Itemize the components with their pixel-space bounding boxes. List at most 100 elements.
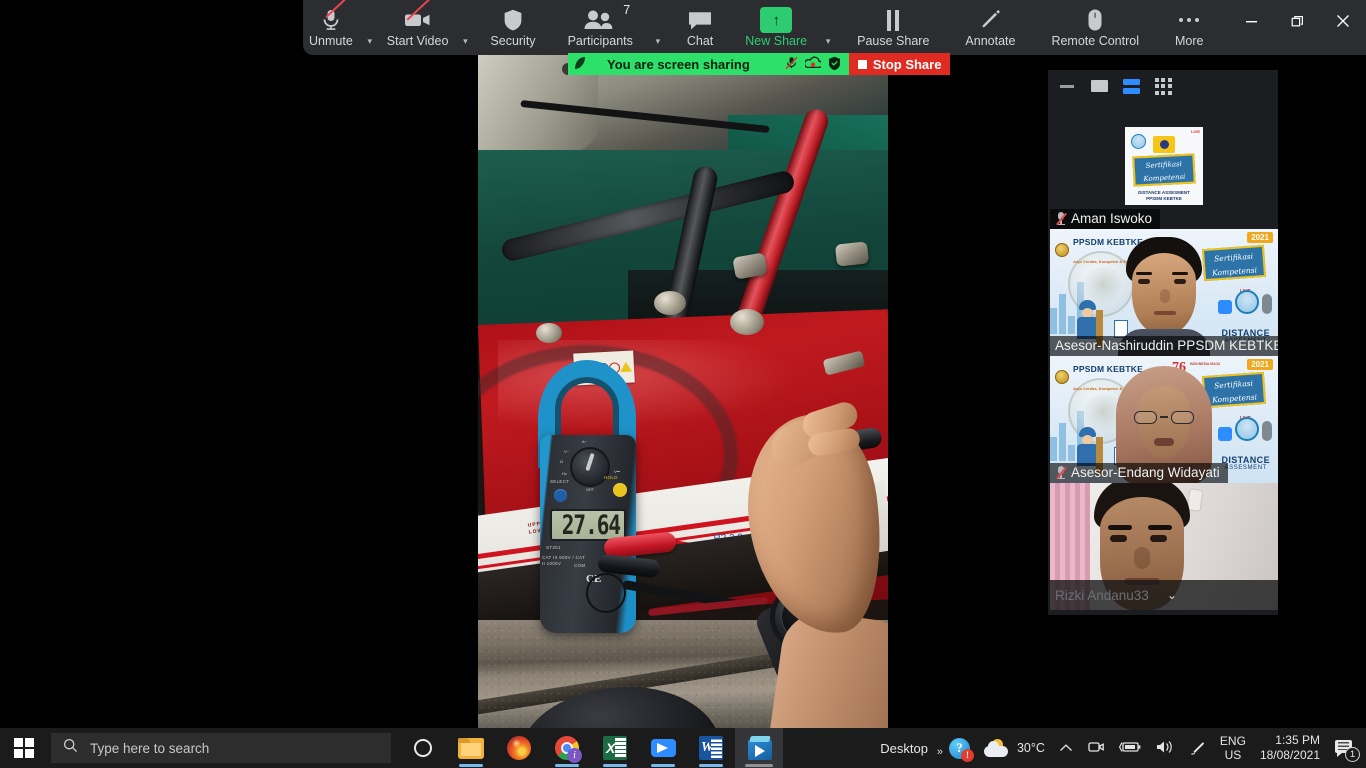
maximize-panel-button[interactable]	[1086, 75, 1112, 97]
video-options-chevron-down-icon[interactable]: ▾	[454, 14, 476, 69]
participant-tile[interactable]: PPSDM KEBTKE Anjo Cerdas, Kompeten & Pro…	[1050, 229, 1278, 356]
meter-reading: 27.64	[561, 510, 621, 540]
desktop-label-text: Desktop	[880, 740, 928, 756]
participant-name: Asesor-Nashiruddin PPSDM KEBTKE	[1055, 338, 1278, 353]
participant-name: Aman Iswoko	[1071, 211, 1153, 226]
toolbar-button-remote-control[interactable]: Remote Control	[1033, 0, 1157, 55]
participants-count-badge: 7	[623, 3, 631, 17]
slide-footer-line1: DISTANCE ASSESMENT	[1138, 189, 1190, 195]
notifications-button[interactable]: 1	[1328, 728, 1366, 768]
year-badge: 2021	[1247, 232, 1273, 243]
window-controls	[1228, 0, 1366, 42]
participant-name-label-dimmed: Rizki Andanu33 ⌄	[1050, 580, 1278, 610]
overflow-chevrons-icon: »	[936, 745, 943, 758]
participant-tile[interactable]: LIVE Sertifikasi Kompetensi DISTANCE ASS…	[1050, 102, 1278, 229]
cortana-button[interactable]	[399, 728, 447, 768]
cell-cap-3	[536, 323, 562, 343]
clamp-meter-backlight-button	[613, 483, 627, 497]
audio-options-chevron-down-icon[interactable]: ▾	[359, 14, 381, 69]
taskbar-item-zoom[interactable]	[639, 728, 687, 768]
scroll-down-chevron-icon[interactable]: ⌄	[1167, 588, 1177, 602]
camera-status-button[interactable]	[1080, 728, 1112, 768]
start-button[interactable]	[0, 728, 48, 768]
language-indicator[interactable]: ENG US	[1214, 734, 1252, 762]
toolbar-label-start-video: Start Video	[386, 34, 449, 48]
microphone-muted-icon	[1055, 211, 1068, 226]
notification-icon: 1	[1335, 739, 1360, 762]
banner-recording-cloud-icon[interactable]	[803, 56, 823, 72]
banner-shield-check-icon[interactable]	[828, 56, 841, 73]
taskbar-item-excel[interactable]: X	[591, 728, 639, 768]
participant-name-label: Asesor-Endang Widayati	[1050, 463, 1228, 483]
clock-date: 18/08/2021	[1259, 748, 1320, 762]
clamp-meter-hold-button	[554, 489, 567, 502]
system-tray: Desktop » ? ! 30°C ENG US 1:35 PM 18/08/…	[870, 728, 1366, 768]
partly-cloudy-icon	[983, 739, 1009, 757]
clamp-meter-hold-label: HOLD	[604, 475, 618, 480]
pen-menu-button[interactable]	[1182, 728, 1214, 768]
microphone-muted-icon	[1055, 465, 1068, 480]
taskbar-item-media-player[interactable]	[735, 728, 783, 768]
weather-widget[interactable]: 30°C	[977, 728, 1052, 768]
screen-sharing-banner: You are screen sharing Stop Share	[568, 53, 951, 75]
cell-cap-1	[654, 291, 686, 315]
taskbar-item-chrome[interactable]: i	[543, 728, 591, 768]
firefox-icon	[507, 736, 531, 760]
distance-assessment-label: DISTANCE ASSESMENT	[1221, 455, 1270, 471]
desktop-peek-label[interactable]: Desktop »	[870, 740, 943, 758]
grid-view-icon	[1154, 77, 1172, 95]
camera-muted-icon	[404, 0, 432, 33]
sharing-leaf-icon	[574, 56, 586, 73]
cortana-circle-icon	[414, 739, 432, 757]
square-icon	[1090, 80, 1108, 92]
show-hidden-icons-button[interactable]	[1052, 728, 1080, 768]
stop-share-button[interactable]: Stop Share	[848, 53, 951, 75]
clock[interactable]: 1:35 PM 18/08/2021	[1252, 733, 1328, 763]
toolbar-button-unmute[interactable]: Unmute	[303, 0, 359, 55]
slide-footer: DISTANCE ASSESMENT PPSDM KEBTKE	[1125, 190, 1203, 202]
toolbar-button-start-video[interactable]: Start Video	[381, 0, 455, 55]
banner-microphone-muted-icon[interactable]	[785, 56, 798, 73]
participant-tile[interactable]: PPSDM KEBTKE Anjo Cerdas, Kompeten & Pro…	[1050, 356, 1278, 483]
toolbar-label-participants: Participants	[567, 34, 633, 48]
participant-name-label: Asesor-Nashiruddin PPSDM KEBTKE	[1050, 336, 1278, 356]
toolbar-button-participants[interactable]: 7 Participants	[550, 0, 647, 55]
microphone-muted-icon	[320, 0, 349, 33]
toolbar-button-chat[interactable]: Chat	[669, 0, 731, 55]
restore-button[interactable]	[1274, 0, 1320, 42]
live-badge: LIVE	[1191, 128, 1200, 134]
participant-name-label: Aman Iswoko	[1050, 209, 1161, 229]
taskbar-item-file-explorer[interactable]	[447, 728, 495, 768]
toolbar-button-annotate[interactable]: Annotate	[947, 0, 1033, 55]
slide-title-line2: Kompetensi	[1143, 172, 1186, 183]
toolbar-button-pause-share[interactable]: Pause Share	[839, 0, 947, 55]
toolbar-button-security[interactable]: Security	[476, 0, 549, 55]
notification-count: 1	[1345, 746, 1360, 762]
pause-icon	[887, 7, 900, 33]
microphone-icon	[1262, 294, 1272, 314]
microphone-icon	[1262, 421, 1272, 441]
toolbar-button-new-share[interactable]: ↑ New Share	[731, 0, 817, 55]
search-input[interactable]: Type here to search	[51, 733, 391, 763]
speaker-view-button[interactable]	[1118, 75, 1144, 97]
toolbar-label-pause-share: Pause Share	[857, 34, 930, 48]
toolbar-button-more[interactable]: More	[1157, 0, 1221, 55]
get-help-button[interactable]: ? !	[942, 728, 977, 768]
slide-title-line2: Kompetensi	[1211, 392, 1258, 405]
participant-name: Rizki Andanu33	[1055, 587, 1149, 603]
gallery-view-button[interactable]	[1150, 75, 1176, 97]
taskbar-item-word[interactable]: W	[687, 728, 735, 768]
minimize-button[interactable]	[1228, 0, 1274, 42]
app-icon	[1218, 427, 1232, 441]
mouse-icon	[1086, 7, 1104, 33]
participant-tile-active-speaker[interactable]: Rizki Andanu33 ⌄	[1050, 483, 1278, 610]
year-badge: 2021	[1247, 359, 1273, 370]
shield-icon	[502, 7, 524, 33]
shared-screen-content[interactable]: UPPER LEVELLOWER LEVEL YUASA PREMIUM R2 …	[478, 55, 888, 729]
minimize-panel-button[interactable]	[1054, 75, 1080, 97]
taskbar-item-firefox[interactable]	[495, 728, 543, 768]
close-button[interactable]	[1320, 0, 1366, 42]
volume-button[interactable]	[1148, 728, 1182, 768]
sharing-status-area: You are screen sharing	[568, 53, 849, 75]
battery-button[interactable]	[1112, 728, 1148, 768]
